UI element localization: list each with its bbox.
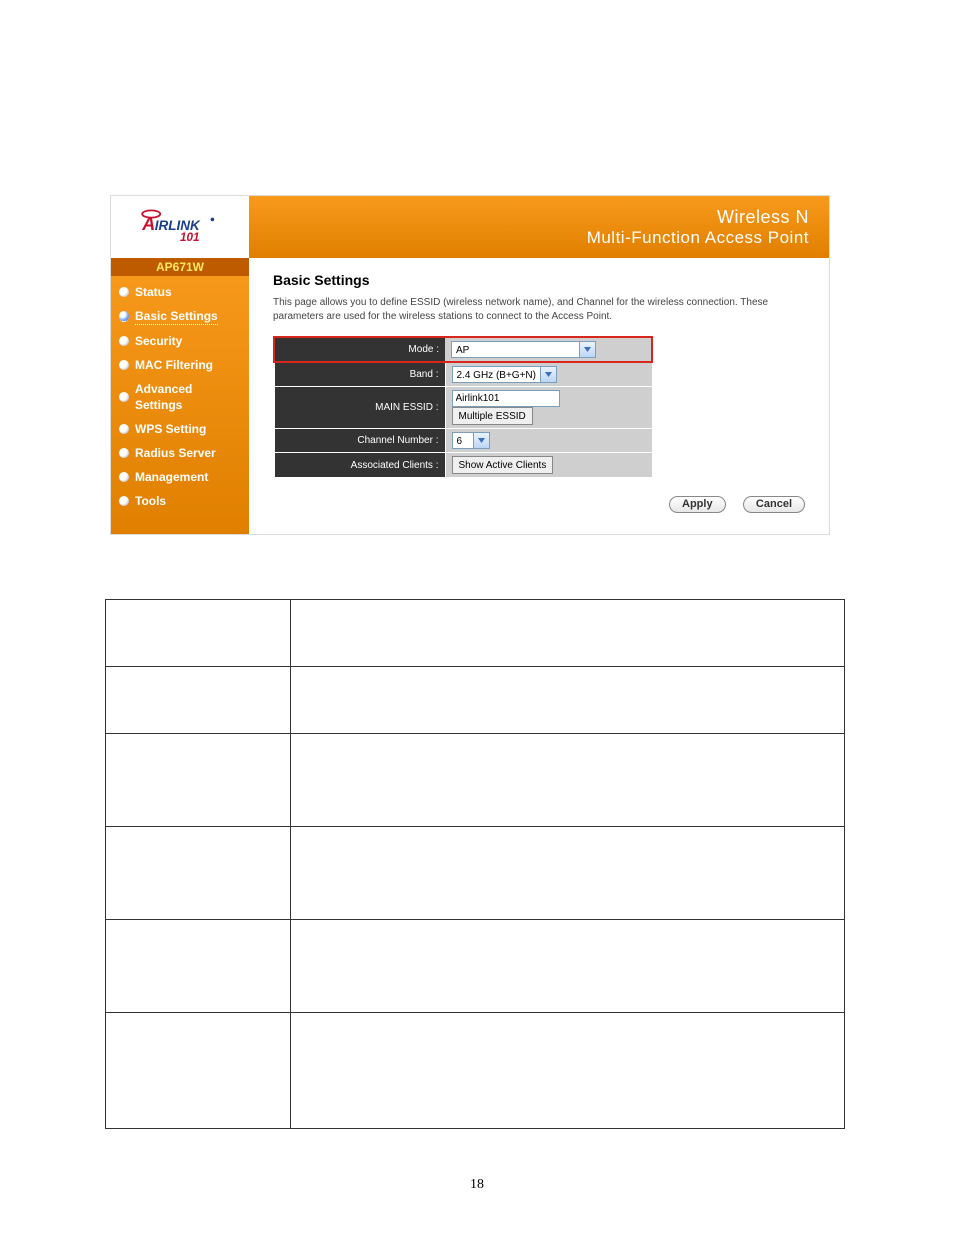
router-admin-panel: A IRLINK 101 Wireless N Multi-Function A… xyxy=(110,195,830,535)
table-cell xyxy=(106,1013,291,1129)
sidebar-item-label: MAC Filtering xyxy=(135,357,213,373)
model-number: AP671W xyxy=(111,258,249,276)
table-cell xyxy=(291,734,845,827)
bullet-icon xyxy=(119,287,129,297)
table-cell xyxy=(291,920,845,1013)
main-essid-input[interactable] xyxy=(452,390,560,407)
header-title-area: Wireless N Multi-Function Access Point xyxy=(249,196,829,258)
sidebar-item-mac-filtering[interactable]: MAC Filtering xyxy=(111,353,249,377)
chevron-down-icon xyxy=(473,433,489,448)
bullet-icon xyxy=(119,311,129,322)
logo-cell: A IRLINK 101 xyxy=(111,196,249,259)
channel-select[interactable]: 6 xyxy=(452,432,490,449)
cancel-button[interactable]: Cancel xyxy=(743,496,805,513)
channel-select-value: 6 xyxy=(453,433,473,448)
mode-select[interactable]: AP xyxy=(451,341,596,358)
sidebar-item-label: Tools xyxy=(135,493,166,509)
bullet-icon xyxy=(119,496,129,506)
sidebar: AP671W Status Basic Settings Security xyxy=(111,258,249,534)
table-cell xyxy=(106,667,291,734)
page-number: 18 xyxy=(0,1177,954,1193)
sidebar-item-advanced-settings[interactable]: Advanced Settings xyxy=(111,377,249,417)
sidebar-item-basic-settings[interactable]: Basic Settings xyxy=(111,304,249,329)
chevron-down-icon xyxy=(579,342,595,357)
bullet-icon xyxy=(119,336,129,346)
table-cell xyxy=(291,600,845,667)
sidebar-item-label: Status xyxy=(135,284,172,300)
bullet-icon xyxy=(119,448,129,458)
mode-select-value: AP xyxy=(452,342,579,357)
action-buttons: Apply Cancel xyxy=(273,478,813,517)
sidebar-item-wps-setting[interactable]: WPS Setting xyxy=(111,417,249,441)
channel-number-label: Channel Number : xyxy=(274,429,445,453)
sidebar-item-management[interactable]: Management xyxy=(111,465,249,489)
svg-text:101: 101 xyxy=(180,231,200,244)
table-cell xyxy=(291,827,845,920)
reference-table xyxy=(105,599,845,1129)
sidebar-item-label: Management xyxy=(135,469,208,485)
header-title-1: Wireless N xyxy=(717,207,809,228)
sidebar-item-label: Radius Server xyxy=(135,445,216,461)
sidebar-item-radius-server[interactable]: Radius Server xyxy=(111,441,249,465)
sidebar-item-label: Basic Settings xyxy=(135,308,218,325)
band-select-value: 2.4 GHz (B+G+N) xyxy=(453,367,540,382)
chevron-down-icon xyxy=(540,367,556,382)
sidebar-item-tools[interactable]: Tools xyxy=(111,489,249,513)
main-essid-label: MAIN ESSID : xyxy=(274,387,445,429)
nav-menu: Status Basic Settings Security MAC Filte… xyxy=(111,276,249,523)
main-content: Basic Settings This page allows you to d… xyxy=(249,258,829,534)
table-cell xyxy=(106,920,291,1013)
table-cell xyxy=(106,827,291,920)
mode-label: Mode : xyxy=(274,337,445,362)
table-cell xyxy=(106,734,291,827)
sidebar-item-status[interactable]: Status xyxy=(111,280,249,304)
bullet-icon xyxy=(119,360,129,370)
table-cell xyxy=(291,667,845,734)
sidebar-item-label: Security xyxy=(135,333,182,349)
header-bar: A IRLINK 101 Wireless N Multi-Function A… xyxy=(111,196,829,258)
airlink-logo: A IRLINK 101 xyxy=(125,205,235,250)
table-cell xyxy=(291,1013,845,1129)
header-title-2: Multi-Function Access Point xyxy=(587,228,809,248)
table-cell xyxy=(106,600,291,667)
apply-button[interactable]: Apply xyxy=(669,496,726,513)
page-title: Basic Settings xyxy=(273,272,813,288)
settings-table: Mode : AP Band : xyxy=(273,336,653,478)
sidebar-item-label: WPS Setting xyxy=(135,421,206,437)
bullet-icon xyxy=(119,392,129,402)
bullet-icon xyxy=(119,472,129,482)
band-select[interactable]: 2.4 GHz (B+G+N) xyxy=(452,366,557,383)
associated-clients-label: Associated Clients : xyxy=(274,453,445,478)
multiple-essid-button[interactable]: Multiple ESSID xyxy=(452,407,533,425)
band-label: Band : xyxy=(274,362,445,387)
show-active-clients-button[interactable]: Show Active Clients xyxy=(452,456,554,474)
bullet-icon xyxy=(119,424,129,434)
page-description: This page allows you to define ESSID (wi… xyxy=(273,296,813,324)
sidebar-item-label: Advanced Settings xyxy=(135,381,241,413)
sidebar-item-security[interactable]: Security xyxy=(111,329,249,353)
